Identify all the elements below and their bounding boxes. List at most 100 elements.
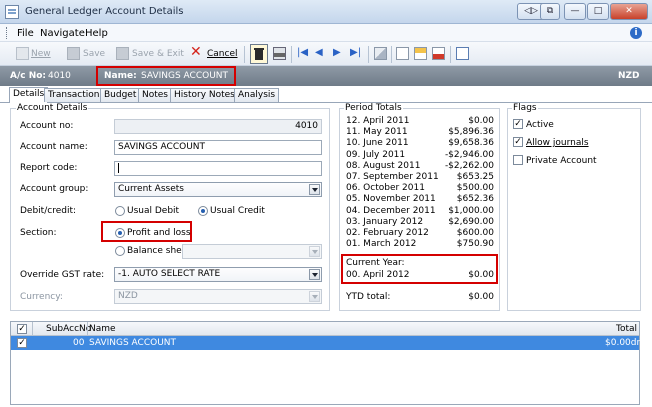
usual-debit-radio[interactable]: [115, 206, 125, 216]
section-label: Section:: [20, 228, 57, 238]
private-account-label[interactable]: Private Account: [526, 156, 597, 166]
delete-bin-icon[interactable]: [250, 44, 268, 64]
row-checkbox[interactable]: ✓: [17, 338, 27, 348]
profit-loss-label[interactable]: Profit and loss: [127, 228, 191, 238]
previous-record-icon[interactable]: ◀: [315, 47, 328, 60]
menu-file[interactable]: File: [17, 28, 34, 39]
save-exit-button[interactable]: Save & Exit: [132, 49, 184, 59]
toolbar-separator: [244, 46, 245, 63]
window-title: General Ledger Account Details: [25, 6, 184, 17]
allow-journals-label[interactable]: Allow journals: [526, 138, 589, 148]
active-checkbox[interactable]: ✓: [513, 119, 523, 129]
menu-navigate[interactable]: Navigate: [40, 28, 85, 39]
account-group-select[interactable]: Current Assets: [114, 182, 322, 197]
save-disk-icon: [67, 47, 80, 60]
usual-credit-label[interactable]: Usual Credit: [210, 206, 265, 216]
period-row-label: 08. August 2011: [346, 160, 421, 171]
copy-doc-icon[interactable]: [396, 47, 409, 60]
account-name-label: Account name:: [20, 142, 88, 152]
period-row-label: 06. October 2011: [346, 183, 425, 194]
ac-value: 4010: [48, 71, 71, 81]
info-icon[interactable]: i: [630, 27, 642, 39]
balance-sheet-radio[interactable]: [115, 246, 125, 256]
text-cursor: [118, 163, 119, 173]
chevron-down-icon[interactable]: [309, 269, 320, 280]
private-account-checkbox[interactable]: [513, 155, 523, 165]
tab-analysis[interactable]: Analysis: [234, 88, 280, 102]
currency-value: NZD: [118, 291, 138, 301]
ac-label: A/c No:: [10, 71, 47, 81]
tab-history-notes[interactable]: History Notes: [170, 88, 239, 102]
usual-credit-radio[interactable]: [198, 206, 208, 216]
tab-notes[interactable]: Notes: [138, 88, 172, 102]
new-doc-icon: [16, 47, 29, 60]
save-exit-icon: [116, 47, 129, 60]
edit-icon[interactable]: [374, 47, 387, 60]
period-row-value: $652.36: [456, 194, 494, 205]
period-row-value: $750.90: [456, 239, 494, 250]
period-row-label: 12. April 2011: [346, 116, 410, 126]
current-value: $0.00: [468, 270, 494, 280]
ytd-label: YTD total:: [346, 292, 391, 302]
toolbar-separator: [391, 46, 392, 63]
period-row-label: 10. June 2011: [346, 138, 409, 149]
period-row-label: 07. September 2011: [346, 172, 439, 182]
gst-rate-select[interactable]: -1. AUTO SELECT RATE: [114, 267, 322, 282]
toolbar-separator: [291, 46, 292, 63]
period-row-label: 01. March 2012: [346, 239, 417, 250]
balance-sheet-select[interactable]: [182, 244, 322, 259]
tab-details[interactable]: Details: [9, 87, 49, 103]
maximize-button[interactable]: □: [587, 3, 609, 20]
window-icon[interactable]: [456, 47, 469, 60]
chevron-down-icon[interactable]: [309, 291, 320, 302]
debit-credit-label: Debit/credit:: [20, 206, 77, 216]
cancel-button[interactable]: Cancel: [207, 49, 238, 59]
first-record-icon[interactable]: |◀: [297, 47, 310, 60]
period-row-value: $653.25: [456, 172, 494, 182]
account-details-legend: Account Details: [16, 103, 89, 113]
period-row-value: $5,896.36: [448, 127, 494, 138]
report-code-field[interactable]: [114, 161, 322, 176]
active-label[interactable]: Active: [526, 120, 554, 130]
period-row-value: $9,658.36: [448, 138, 494, 149]
next-record-icon[interactable]: ▶: [333, 47, 346, 60]
minimize-button[interactable]: —: [564, 3, 586, 20]
period-row-value: -$2,946.00: [444, 149, 494, 160]
period-row-value: $600.00: [456, 228, 494, 238]
chevron-down-icon[interactable]: [309, 184, 320, 195]
remove-doc-icon[interactable]: [432, 47, 445, 60]
account-no-field[interactable]: 4010: [114, 119, 322, 134]
menu-help[interactable]: Help: [85, 28, 108, 39]
grid-header-subacc[interactable]: SubAccNo: [46, 324, 91, 334]
ledger-app-icon: [5, 5, 19, 19]
currency-select[interactable]: NZD: [114, 289, 322, 304]
tab-budget[interactable]: Budget: [100, 88, 141, 102]
row-name: SAVINGS ACCOUNT: [89, 338, 177, 348]
allow-journals-checkbox[interactable]: ✓: [513, 137, 523, 147]
toolbar-separator: [368, 46, 369, 63]
menu-grip: [6, 27, 8, 39]
save-button[interactable]: Save: [83, 49, 105, 59]
select-all-checkbox[interactable]: ✓: [17, 324, 27, 334]
account-group-label: Account group:: [20, 184, 89, 194]
last-record-icon[interactable]: ▶|: [350, 47, 363, 60]
period-row-label: 11. May 2011: [346, 127, 408, 138]
usual-debit-label[interactable]: Usual Debit: [127, 206, 179, 216]
report-code-label: Report code:: [20, 163, 78, 173]
grid-header-name[interactable]: Name: [89, 324, 116, 334]
new-button[interactable]: New: [31, 49, 51, 59]
print-icon[interactable]: [273, 47, 286, 60]
name-value: SAVINGS ACCOUNT: [141, 71, 229, 81]
restore-window-icon[interactable]: ⧉: [540, 3, 560, 20]
close-button[interactable]: ✕: [610, 3, 648, 20]
profit-loss-radio[interactable]: [115, 228, 125, 238]
period-row-value: $1,000.00: [448, 205, 494, 216]
currency-label: Currency:: [20, 292, 63, 302]
row-total: $0.00dr: [605, 338, 641, 348]
new-folder-icon[interactable]: [414, 47, 427, 60]
grid-header-total[interactable]: Total: [616, 324, 637, 334]
tab-transactions[interactable]: Transactions: [44, 88, 109, 102]
toolbar-separator: [450, 46, 451, 63]
account-name-field[interactable]: SAVINGS ACCOUNT: [114, 140, 322, 155]
chevron-down-icon[interactable]: [309, 246, 320, 257]
